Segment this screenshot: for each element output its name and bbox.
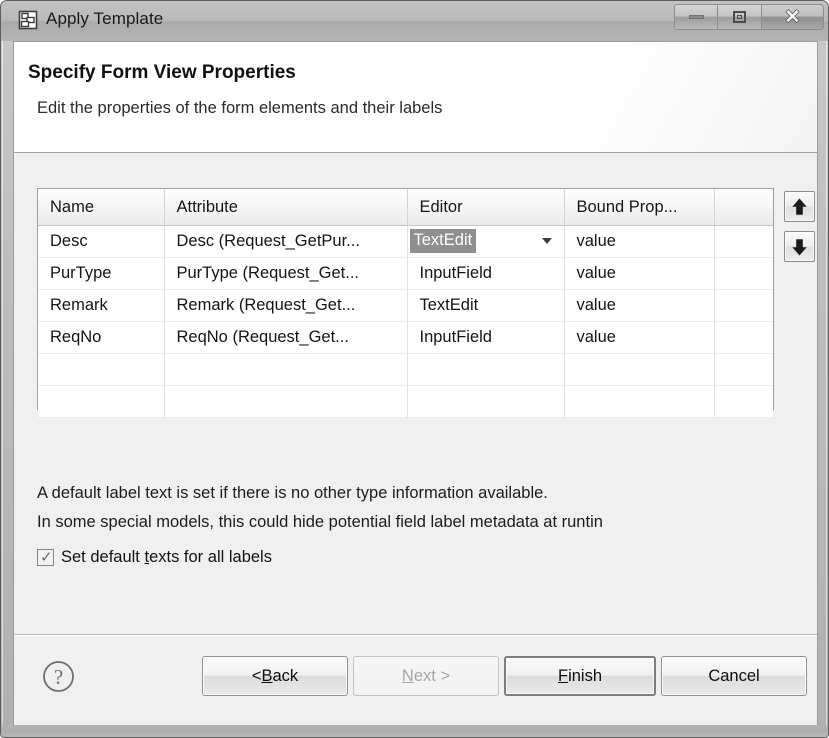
back-button-prefix: < [251,666,262,685]
cell-attribute[interactable]: ReqNo (Request_Get... [164,321,408,354]
table-row[interactable]: Remark Remark (Request_Get... TextEdit v… [38,289,773,322]
cell-extra[interactable] [714,321,773,354]
help-icon[interactable]: ? [42,660,75,693]
cell-empty[interactable] [407,353,565,386]
checkmark-icon: ✓ [40,549,53,566]
column-header-attribute[interactable]: Attribute [164,189,408,226]
wizard-header: Specify Form View Properties Edit the pr… [14,42,817,153]
cell-name[interactable]: PurType [38,257,165,290]
cell-empty[interactable] [164,385,408,418]
cell-name[interactable]: Remark [38,289,165,322]
set-default-texts-checkbox-row[interactable]: ✓ Set default texts for all labels [37,548,272,567]
checkbox-label-after: exts for all labels [149,548,272,566]
cell-empty[interactable] [714,353,773,386]
note-line-2: In some special models, this could hide … [37,513,603,531]
arrow-down-icon [792,238,807,255]
back-button-suffix: ack [272,666,299,685]
cell-attribute[interactable]: Remark (Request_Get... [164,289,408,322]
checkbox-label-before: Set default [61,548,145,566]
back-button[interactable]: < Back [202,656,348,696]
maximize-button[interactable] [718,4,762,30]
cell-empty[interactable] [38,385,165,418]
next-button-mnemonic: N [401,666,414,685]
template-icon [18,10,38,30]
cell-name[interactable]: ReqNo [38,321,165,354]
minimize-button[interactable] [674,4,718,30]
table-row[interactable]: Desc Desc (Request_GetPur... TextEdit va… [38,225,773,258]
table-header-row: Name Attribute Editor Bound Prop... [38,189,773,226]
page-subtitle: Edit the properties of the form elements… [37,99,443,117]
table-row-empty[interactable] [38,385,773,418]
cell-attribute[interactable]: PurType (Request_Get... [164,257,408,290]
cell-editor[interactable]: InputField [407,321,565,354]
note-line-1: A default label text is set if there is … [37,484,548,502]
cell-editor[interactable]: InputField [407,257,565,290]
row-reorder-buttons [784,191,816,271]
cell-attribute[interactable]: Desc (Request_GetPur... [164,225,408,258]
set-default-texts-checkbox[interactable]: ✓ [37,549,54,566]
cell-editor[interactable]: TextEdit [407,289,565,322]
cell-extra[interactable] [714,225,773,258]
svg-text:?: ? [54,665,63,689]
next-button[interactable]: Next > [353,656,499,696]
cell-bound-property[interactable]: value [564,289,715,322]
table-row-empty[interactable] [38,353,773,386]
window-controls: ✕ [674,4,824,30]
move-up-button[interactable] [784,191,815,222]
arrow-up-icon [792,198,807,215]
finish-button-mnemonic: F [557,666,569,685]
maximize-icon [733,11,746,23]
cell-empty[interactable] [564,385,715,418]
cell-empty[interactable] [38,353,165,386]
chevron-down-icon[interactable] [541,238,552,244]
back-button-mnemonic: B [261,666,273,685]
column-header-name[interactable]: Name [38,189,165,226]
cell-empty[interactable] [164,353,408,386]
minimize-icon [688,15,704,19]
dialog-client-area: Specify Form View Properties Edit the pr… [13,41,818,727]
table-row[interactable]: ReqNo ReqNo (Request_Get... InputField v… [38,321,773,354]
close-icon: ✕ [784,6,801,28]
cell-extra[interactable] [714,289,773,322]
cell-bound-property[interactable]: value [564,225,715,258]
table-row[interactable]: PurType PurType (Request_Get... InputFie… [38,257,773,290]
cell-name[interactable]: Desc [38,225,165,258]
form-elements-table[interactable]: Name Attribute Editor Bound Prop... Desc… [37,188,774,418]
next-button-suffix: ext > [413,666,451,685]
apply-template-dialog: Apply Template ✕ Specify Form View Prope… [0,0,829,738]
move-down-button[interactable] [784,231,815,262]
wizard-body: Name Attribute Editor Bound Prop... Desc… [14,154,817,634]
window-bottom-frame [1,725,828,737]
finish-button[interactable]: Finish [504,656,656,696]
finish-button-suffix: inish [568,666,603,685]
column-header-extra[interactable] [714,189,773,226]
window-titlebar[interactable]: Apply Template ✕ [1,1,828,41]
cell-empty[interactable] [714,385,773,418]
column-header-editor[interactable]: Editor [407,189,565,226]
cancel-button-label: Cancel [708,666,760,685]
cell-editor-combobox[interactable]: TextEdit [407,225,565,258]
cell-extra[interactable] [714,257,773,290]
close-button[interactable]: ✕ [762,4,824,30]
cancel-button[interactable]: Cancel [661,656,807,696]
window-title: Apply Template [46,9,164,28]
cell-empty[interactable] [564,353,715,386]
cell-empty[interactable] [407,385,565,418]
column-header-bound-property[interactable]: Bound Prop... [564,189,715,226]
set-default-texts-label: Set default texts for all labels [61,548,272,567]
cell-bound-property[interactable]: value [564,321,715,354]
editor-combobox-value: TextEdit [409,229,477,253]
page-title: Specify Form View Properties [28,62,296,83]
dialog-footer: ? < Back Next > Finish Cancel [14,636,817,726]
editor-combobox[interactable]: TextEdit [407,226,563,256]
cell-bound-property[interactable]: value [564,257,715,290]
